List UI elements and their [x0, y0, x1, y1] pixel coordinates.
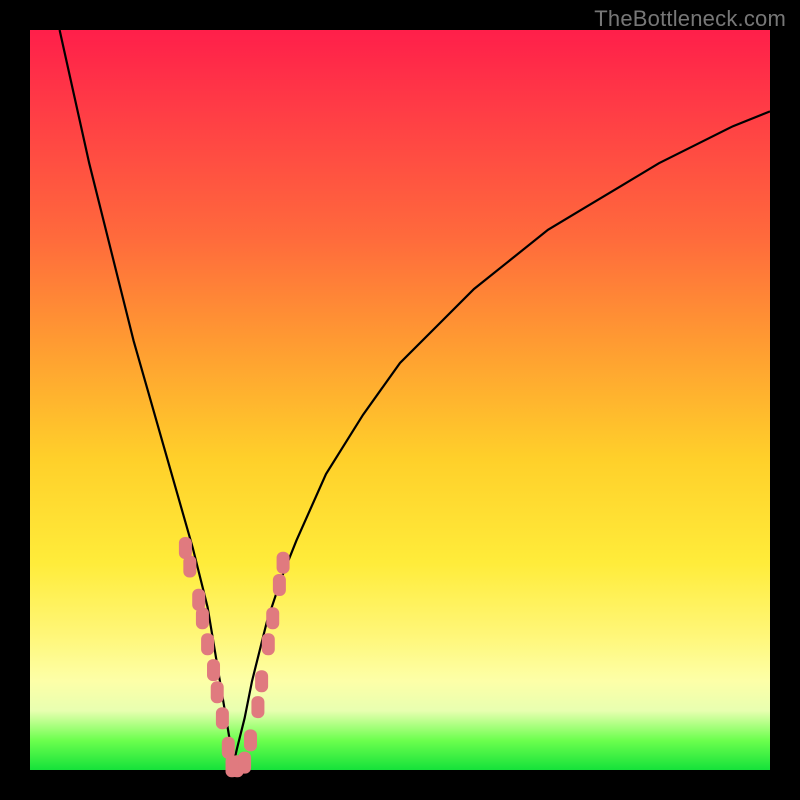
marker-pip	[262, 633, 275, 655]
chart-svg	[30, 30, 770, 770]
marker-pip	[251, 696, 264, 718]
chart-stage: TheBottleneck.com	[0, 0, 800, 800]
marker-pip	[183, 556, 196, 578]
marker-pip	[277, 552, 290, 574]
marker-pip	[255, 670, 268, 692]
watermark-text: TheBottleneck.com	[594, 6, 786, 32]
marker-pip	[244, 729, 257, 751]
plot-area	[30, 30, 770, 770]
marker-pip	[207, 659, 220, 681]
marker-pip	[273, 574, 286, 596]
marker-pip	[211, 681, 224, 703]
marker-pip	[196, 607, 209, 629]
curve-right	[232, 111, 770, 770]
marker-pip	[238, 752, 251, 774]
marker-pip	[266, 607, 279, 629]
marker-pip	[216, 707, 229, 729]
marker-group	[179, 537, 290, 777]
curve-left	[60, 30, 232, 770]
marker-pip	[201, 633, 214, 655]
